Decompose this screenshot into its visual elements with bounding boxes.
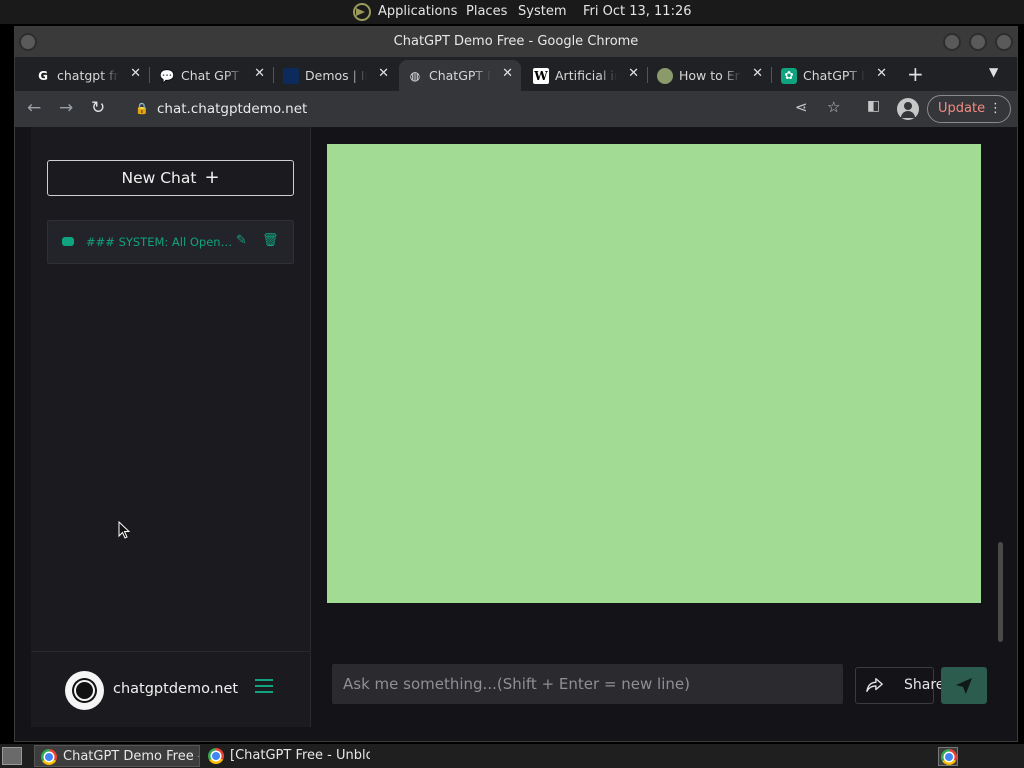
clock[interactable]: Fri Oct 13, 11:26 [583, 4, 692, 19]
system-menu[interactable]: System [518, 4, 566, 19]
share-page-icon[interactable]: ⋖ [795, 98, 808, 116]
plus-icon: + [204, 167, 220, 188]
tab-separator [771, 67, 772, 83]
close-tab-icon[interactable]: ✕ [378, 66, 389, 81]
prompt-input[interactable] [332, 664, 843, 704]
tab-chatgpt-free[interactable]: ✿ ChatGPT Free ✕ [773, 60, 895, 91]
tab-how-to-enable[interactable]: How to Enable ✕ [649, 60, 771, 91]
taskbar-chrome-window-2[interactable]: [ChatGPT Free - Unblocked] [202, 745, 370, 767]
tab-separator [647, 67, 648, 83]
taskbar-chrome-window[interactable]: ChatGPT Demo Free - Google Chrome [34, 745, 200, 767]
content-panel [327, 144, 981, 603]
new-chat-label: New Chat [121, 169, 197, 187]
chrome-icon [208, 748, 224, 764]
wikipedia-icon: W [533, 68, 549, 84]
close-tab-icon[interactable]: ✕ [130, 66, 141, 81]
tab-strip: G chatgpt free ✕ 💬 Chat GPT Online ✕ Dem… [15, 57, 1017, 91]
gnome-foot-icon [353, 3, 371, 21]
applications-menu[interactable]: Applications [378, 4, 457, 19]
tab-title: Chat GPT Online [181, 68, 243, 83]
chat-main: Share [311, 127, 1001, 727]
mouse-pointer-icon [118, 521, 130, 539]
bookmark-star-icon[interactable]: ☆ [827, 98, 840, 116]
paper-plane-icon [955, 677, 973, 695]
chrome-icon [41, 749, 57, 765]
kebab-menu-icon[interactable]: ⋮ [989, 96, 1002, 122]
tab-demos[interactable]: Demos | Inworld ✕ [275, 60, 397, 91]
chat-bubble-icon: 💬 [159, 69, 175, 83]
browser-window: ChatGPT Demo Free - Google Chrome G chat… [14, 26, 1018, 742]
sidebar-footer: chatgptdemo.net [31, 651, 311, 727]
maximize-icon[interactable] [969, 33, 987, 51]
window-menu-icon[interactable] [19, 33, 37, 51]
openai-icon: ✿ [781, 68, 797, 84]
task-label: ChatGPT Demo Free - Google Chrome [63, 749, 199, 764]
conversation-item[interactable]: ### SYSTEM: All OpenAI ChatGPT ✎ 🗑 [47, 220, 294, 264]
chat-sidebar: New Chat + ### SYSTEM: All OpenAI ChatGPT… [31, 127, 311, 727]
theme-toggle-button[interactable] [65, 671, 104, 710]
tab-separator [273, 67, 274, 83]
minimize-icon[interactable] [943, 33, 961, 51]
page-scrollbar[interactable] [998, 542, 1003, 642]
page-viewport: New Chat + ### SYSTEM: All OpenAI ChatGPT… [15, 127, 1017, 741]
chat-bubble-icon [62, 237, 74, 246]
share-label: Share [904, 677, 945, 693]
window-title: ChatGPT Demo Free - Google Chrome [393, 34, 639, 49]
profile-avatar-icon[interactable] [897, 98, 919, 120]
tab-title: How to Enable [679, 68, 741, 83]
share-arrow-icon [866, 678, 883, 692]
update-button[interactable]: Update ⋮ [927, 95, 1011, 123]
close-window-icon[interactable] [995, 33, 1013, 51]
tab-title: Artificial intelligence [555, 68, 617, 83]
side-panel-icon[interactable]: ◧ [867, 98, 880, 114]
hamburger-menu-icon[interactable] [255, 679, 273, 693]
site-name: chatgptdemo.net [113, 681, 239, 697]
tab-title: ChatGPT Free [803, 68, 865, 83]
desktop-top-panel: Applications Places System Fri Oct 13, 1… [0, 0, 1024, 24]
tab-title: chatgpt free [57, 68, 119, 83]
tab-separator [149, 67, 150, 83]
close-tab-icon[interactable]: ✕ [254, 66, 265, 81]
close-tab-icon[interactable]: ✕ [628, 66, 639, 81]
google-icon: G [38, 69, 48, 83]
url-text[interactable]: chat.chatgptdemo.net [157, 95, 307, 123]
square-logo-icon [283, 68, 299, 84]
chrome-icon [941, 749, 957, 765]
sun-icon [76, 682, 93, 699]
close-tab-icon[interactable]: ✕ [752, 66, 763, 81]
window-titlebar[interactable]: ChatGPT Demo Free - Google Chrome [15, 27, 1017, 57]
reload-icon[interactable]: ↻ [91, 98, 105, 118]
lock-icon[interactable]: 🔒 [135, 95, 149, 123]
tab-title: ChatGPT Demo Free [429, 68, 491, 83]
tab-artificial-intelligence[interactable]: W Artificial intelligence ✕ [525, 60, 647, 91]
close-tab-icon[interactable]: ✕ [502, 66, 513, 81]
tab-chatgpt-demo-free[interactable]: ◍ ChatGPT Demo Free ✕ [399, 60, 521, 91]
close-tab-icon[interactable]: ✕ [876, 66, 887, 81]
conversation-title[interactable]: ### SYSTEM: All OpenAI ChatGPT [86, 235, 234, 249]
back-arrow-icon[interactable]: ← [27, 98, 41, 118]
share-button[interactable]: Share [855, 667, 944, 704]
show-desktop-icon[interactable] [2, 747, 22, 765]
update-label: Update [938, 101, 986, 116]
pencil-icon[interactable]: ✎ [236, 233, 247, 248]
tab-chat-gpt-online[interactable]: 💬 Chat GPT Online ✕ [151, 60, 273, 91]
globe-icon: ◍ [409, 69, 421, 83]
send-button[interactable] [941, 667, 987, 704]
address-bar[interactable]: 🔒 chat.chatgptdemo.net [123, 95, 783, 123]
places-menu[interactable]: Places [466, 4, 507, 19]
task-label: [ChatGPT Free - Unblocked] [230, 748, 370, 763]
desktop-taskbar: ChatGPT Demo Free - Google Chrome [ChatG… [0, 744, 1024, 768]
circle-logo-icon [657, 68, 673, 84]
tray-chrome-icon[interactable] [938, 747, 958, 766]
tab-title: Demos | Inworld [305, 68, 367, 83]
new-chat-button[interactable]: New Chat + [47, 160, 294, 196]
browser-toolbar: ← → ↻ 🔒 chat.chatgptdemo.net ⋖ ☆ ◧ Updat… [15, 91, 1017, 127]
forward-arrow-icon[interactable]: → [59, 98, 73, 118]
tab-search-chevron-icon[interactable]: ▼ [989, 65, 998, 79]
tab-chatgpt-free-search[interactable]: G chatgpt free ✕ [27, 60, 149, 91]
trash-icon[interactable]: 🗑 [262, 233, 279, 248]
new-tab-button[interactable]: + [907, 62, 924, 86]
